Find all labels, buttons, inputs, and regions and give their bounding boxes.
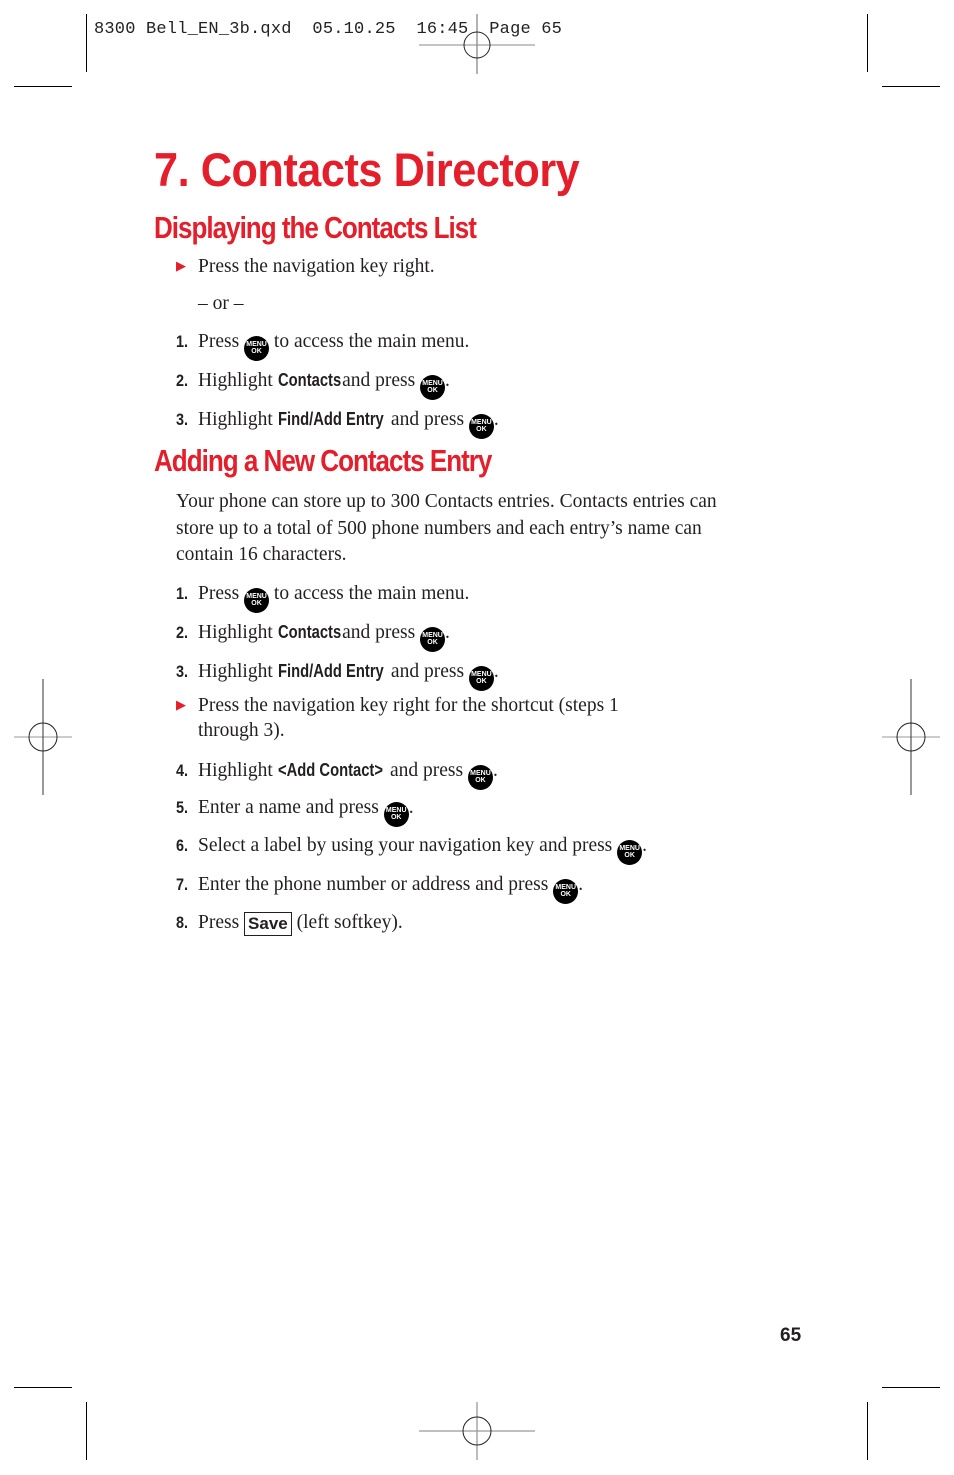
step-item: 1. Press MENU OK to access the main menu. — [176, 329, 469, 361]
section-heading-adding: Adding a New Contacts Entry — [154, 443, 492, 478]
step-item: 3. Highlight Find/Add Entry and press MEN… — [176, 658, 519, 691]
registration-mark-bottom — [419, 1402, 535, 1460]
bullet-arrow-icon: ▶ — [176, 697, 186, 712]
menu-ok-key-icon: MENU OK — [467, 764, 493, 790]
step-item: 1. Press MENU OK to access the main menu. — [176, 581, 469, 613]
menu-ok-key-icon: MENU OK — [383, 801, 409, 827]
step-item: 2. Highlight Contacts and press MENU OK. — [176, 367, 467, 400]
menu-item-name: Find/Add Entry — [277, 661, 384, 681]
step-item: 4. Highlight <Add Contact> and press MENU… — [176, 757, 518, 790]
menu-item-name: Contacts — [277, 370, 341, 390]
intro-paragraph: Your phone can store up to 300 Contacts … — [176, 491, 717, 565]
chapter-title: 7. Contacts Directory — [154, 143, 580, 196]
bullet-arrow-icon: ▶ — [176, 258, 186, 273]
crop-mark-tr-v — [867, 14, 868, 72]
menu-item-name: <Add Contact> — [277, 760, 383, 780]
registration-mark-right — [882, 679, 940, 795]
step-item: 2. Highlight Contacts and press MENU OK. — [176, 619, 467, 652]
save-softkey-label: Save — [244, 912, 292, 936]
crop-mark-tl-h — [14, 86, 72, 87]
page-number: 65 — [780, 1325, 802, 1346]
menu-ok-key-icon: MENU OK — [553, 878, 579, 904]
step-item: 6. Select a label by using your navigatio… — [176, 833, 647, 865]
step-item: 3. Highlight Find/Add Entry and press MEN… — [176, 406, 519, 439]
menu-item-name: Find/Add Entry — [277, 409, 384, 429]
menu-ok-key-icon: MENU OK — [244, 587, 270, 613]
step-item: 8. Press Save (left softkey). — [176, 910, 403, 936]
print-slug: 8300 Bell_EN_3b.qxd 05.10.25 16:45 Page … — [94, 20, 563, 39]
crop-mark-br-h — [882, 1387, 940, 1388]
menu-ok-key-icon: MENU OK — [420, 374, 446, 400]
menu-item-name: Contacts — [277, 622, 341, 642]
bullet-item-continuation: through 3). — [198, 720, 285, 741]
crop-mark-tr-h — [882, 86, 940, 87]
or-separator: – or – — [198, 293, 244, 314]
crop-mark-tl-v — [86, 14, 87, 72]
menu-ok-key-icon: MENU OK — [468, 413, 494, 439]
menu-ok-key-icon: MENU OK — [617, 839, 643, 865]
menu-ok-key-icon: MENU OK — [420, 626, 446, 652]
step-item: 7. Enter the phone number or address and … — [176, 872, 583, 904]
crop-mark-bl-v — [86, 1402, 87, 1460]
bullet-item: ▶ Press the navigation key right. — [176, 253, 435, 280]
bullet-item: ▶ Press the navigation key right for the … — [176, 692, 619, 719]
menu-ok-key-icon: MENU OK — [468, 665, 494, 691]
step-item: 5. Enter a name and press MENU OK. — [176, 795, 414, 827]
section-heading-displaying: Displaying the Contacts List — [154, 210, 477, 245]
menu-ok-key-icon: MENU OK — [244, 335, 270, 361]
crop-mark-br-v — [867, 1402, 868, 1460]
crop-mark-bl-h — [14, 1387, 72, 1388]
registration-mark-left — [14, 679, 72, 795]
